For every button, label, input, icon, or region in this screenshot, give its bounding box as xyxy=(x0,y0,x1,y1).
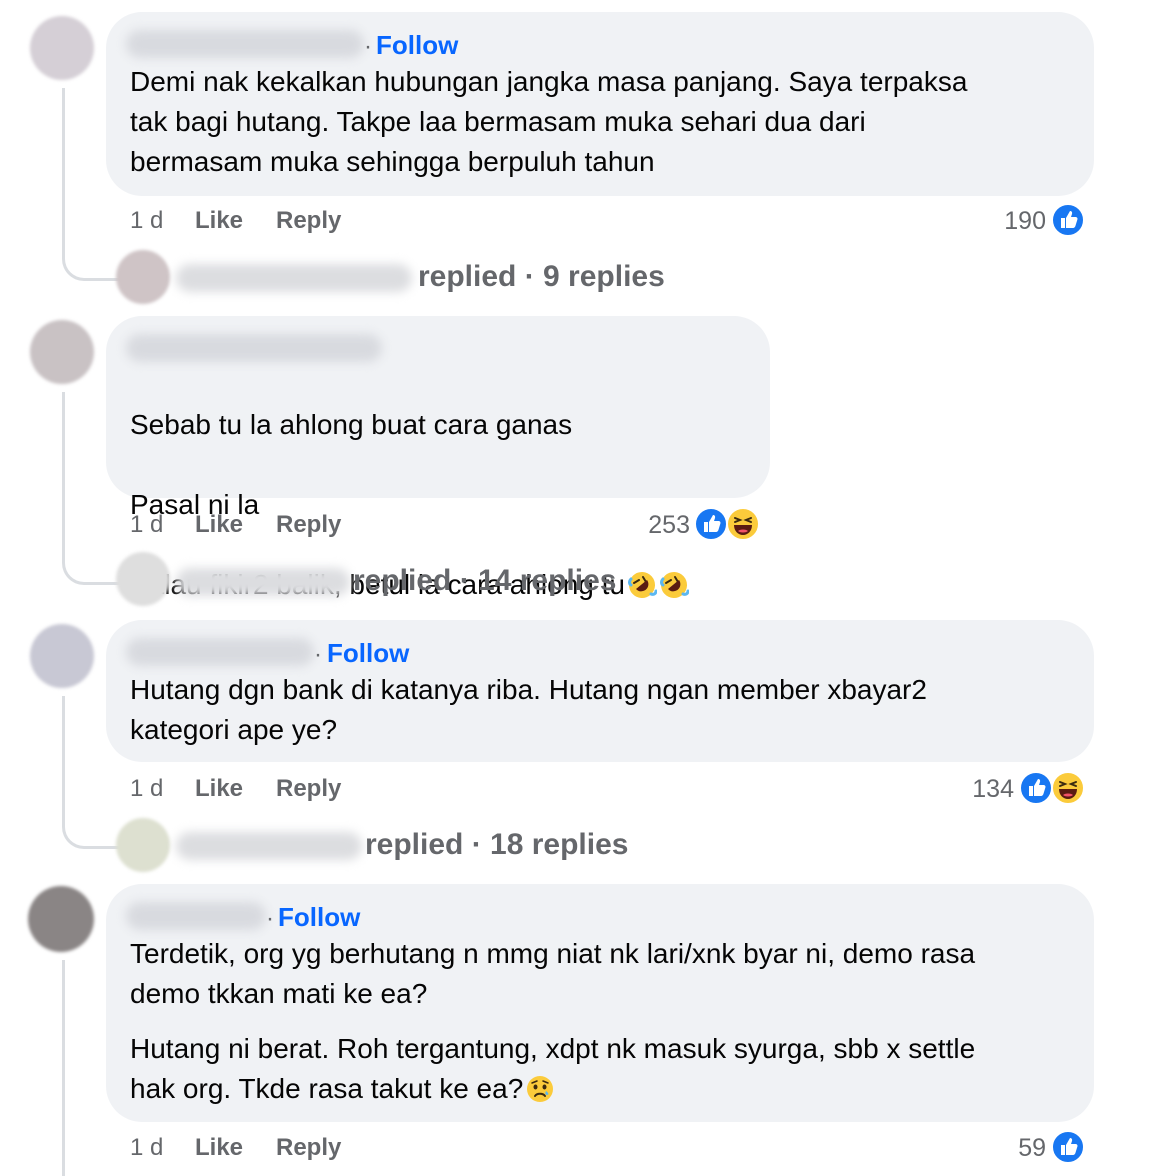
timestamp[interactable]: 1 d xyxy=(130,510,163,540)
follow-button[interactable]: Follow xyxy=(278,902,360,932)
like-button[interactable]: Like xyxy=(195,1133,243,1163)
comment-line: Sebab tu la ahlong buat cara ganas xyxy=(130,409,573,440)
timestamp[interactable]: 1 d xyxy=(130,774,163,804)
avatar[interactable] xyxy=(30,16,94,80)
separator-dot: · xyxy=(314,641,322,668)
avatar[interactable] xyxy=(116,818,170,872)
like-button[interactable]: Like xyxy=(195,774,243,804)
comment-text: Demi nak kekalkan hubungan jangka masa p… xyxy=(130,66,968,177)
rolling-laughing-emoji xyxy=(659,570,689,600)
reaction-count[interactable]: 253 xyxy=(630,510,690,540)
author-name[interactable] xyxy=(126,638,314,666)
avatar[interactable] xyxy=(30,624,94,688)
avatar[interactable] xyxy=(116,250,170,304)
avatar[interactable] xyxy=(116,552,170,606)
comment-text: Terdetik, org yg berhutang n mmg niat nk… xyxy=(130,938,976,1009)
reply-button[interactable]: Reply xyxy=(276,1133,341,1163)
like-button[interactable]: Like xyxy=(195,206,243,236)
like-button[interactable]: Like xyxy=(195,510,243,540)
timestamp[interactable]: 1 d xyxy=(130,1133,163,1163)
like-icon[interactable] xyxy=(1019,771,1053,805)
avatar[interactable] xyxy=(30,320,94,384)
like-icon[interactable] xyxy=(1051,203,1085,237)
haha-icon[interactable] xyxy=(726,507,760,541)
like-icon[interactable] xyxy=(1051,1130,1085,1164)
reply-button[interactable]: Reply xyxy=(276,206,341,236)
comment-text: Hutang ni berat. Roh tergantung, xdpt nk… xyxy=(130,1029,1080,1109)
follow-button[interactable]: Follow xyxy=(376,30,458,60)
comment-text: Sebab tu la ahlong buat cara ganas Pasal… xyxy=(130,365,760,645)
view-replies-link[interactable]: replied · 18 replies xyxy=(365,827,628,863)
reaction-count[interactable]: 190 xyxy=(990,206,1046,236)
reaction-count[interactable]: 134 xyxy=(956,774,1014,804)
author-name[interactable] xyxy=(126,902,266,930)
replier-name[interactable] xyxy=(176,832,362,860)
separator-dot: · xyxy=(364,33,372,60)
replier-name[interactable] xyxy=(176,264,412,292)
author-name[interactable] xyxy=(126,334,382,362)
sad-face-emoji xyxy=(525,1074,555,1104)
separator-dot: · xyxy=(266,905,274,932)
reply-button[interactable]: Reply xyxy=(276,774,341,804)
replier-name[interactable] xyxy=(176,568,350,596)
haha-icon[interactable] xyxy=(1051,771,1085,805)
timestamp[interactable]: 1 d xyxy=(130,206,163,236)
thread-line xyxy=(62,960,68,1176)
view-replies-link[interactable]: replied · 9 replies xyxy=(418,259,665,295)
reaction-count[interactable]: 59 xyxy=(1000,1133,1046,1163)
reply-button[interactable]: Reply xyxy=(276,510,341,540)
like-icon[interactable] xyxy=(694,507,728,541)
rolling-laughing-emoji xyxy=(627,570,657,600)
follow-button[interactable]: Follow xyxy=(327,638,409,668)
view-replies-link[interactable]: replied · 14 replies xyxy=(353,563,616,599)
author-name[interactable] xyxy=(126,30,364,58)
comment-text: Hutang dgn bank di katanya riba. Hutang … xyxy=(130,674,927,745)
avatar[interactable] xyxy=(28,886,94,952)
